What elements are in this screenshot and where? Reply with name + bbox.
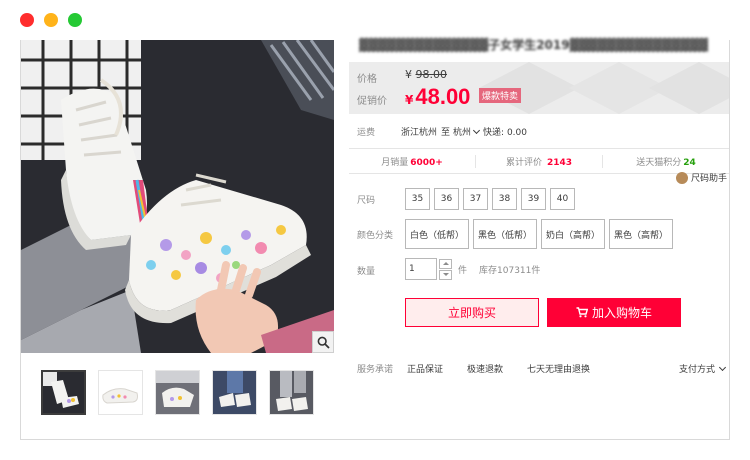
product-page: ▓▓▓▓▓▓▓▓▓▓▓▓▓▓子女学生2019▓▓▓▓▓▓▓▓▓▓▓▓▓▓▓ 价格… bbox=[20, 38, 730, 440]
thumbnail-1-image bbox=[43, 372, 84, 413]
thumbnail-3[interactable] bbox=[155, 370, 200, 415]
zoom-button[interactable] bbox=[312, 331, 334, 353]
chevron-down-icon[interactable] bbox=[473, 126, 481, 135]
tmall-points-value: 24 bbox=[683, 157, 696, 168]
color-label: 颜色分类 bbox=[357, 231, 394, 241]
price-label: 价格 bbox=[357, 74, 377, 85]
shipping-to-word: 至 bbox=[441, 128, 451, 138]
stock-count: 库存107311件 bbox=[479, 265, 541, 276]
monthly-sales: 月销量 6000+ bbox=[349, 155, 475, 168]
thumbnail-5[interactable] bbox=[269, 370, 314, 415]
arrow-up-icon bbox=[442, 262, 449, 265]
minimize-window-dot[interactable] bbox=[44, 13, 58, 27]
monthly-sales-value: 6000+ bbox=[410, 157, 443, 168]
quantity-input[interactable] bbox=[405, 258, 437, 280]
size-options: 35 36 37 38 39 40 bbox=[405, 188, 575, 210]
promise-item[interactable]: 七天无理由退换 bbox=[527, 362, 590, 375]
tmall-points-label: 送天猫积分 bbox=[636, 157, 682, 168]
shipping-destination[interactable]: 杭州 bbox=[453, 125, 471, 138]
decrease-button[interactable] bbox=[439, 269, 452, 280]
buy-now-label: 立即购买 bbox=[447, 306, 496, 320]
thumbnail-4-image bbox=[213, 371, 256, 414]
monthly-sales-label: 月销量 bbox=[381, 157, 409, 168]
promo-price-label: 促销价 bbox=[357, 96, 387, 107]
promo-badge: 爆款特卖 bbox=[479, 88, 522, 103]
shipping-from: 浙江杭州 bbox=[401, 128, 438, 138]
color-options: 白色（低帮） 黑色（低帮） 奶白（高帮） 黑色（高帮） bbox=[405, 219, 674, 249]
promo-price: ¥ 48.00 bbox=[405, 84, 470, 110]
size-option[interactable]: 38 bbox=[492, 188, 517, 210]
tmall-points: 送天猫积分 24 bbox=[602, 154, 729, 168]
promo-currency: ¥ bbox=[405, 93, 414, 107]
color-option[interactable]: 黑色（高帮） bbox=[609, 219, 674, 249]
size-helper-label: 尺码助手 bbox=[690, 174, 727, 184]
color-option[interactable]: 奶白（高帮） bbox=[541, 219, 606, 249]
add-to-cart-button[interactable]: 加入购物车 bbox=[547, 298, 681, 327]
magnifier-icon bbox=[317, 336, 330, 349]
chevron-down-icon bbox=[718, 363, 727, 371]
arrow-down-icon bbox=[442, 273, 449, 276]
size-label: 尺码 bbox=[357, 196, 376, 206]
main-product-image bbox=[21, 40, 334, 353]
thumbnail-5-image bbox=[270, 371, 313, 414]
close-window-dot[interactable] bbox=[20, 13, 34, 27]
service-promise-label: 服务承诺 bbox=[357, 365, 394, 375]
size-helper-button[interactable]: 尺码助手 bbox=[675, 171, 727, 184]
thumbnail-4[interactable] bbox=[212, 370, 257, 415]
color-option[interactable]: 黑色（低帮） bbox=[473, 219, 538, 249]
product-info: ▓▓▓▓▓▓▓▓▓▓▓▓▓▓子女学生2019▓▓▓▓▓▓▓▓▓▓▓▓▓▓▓ 价格… bbox=[349, 38, 729, 440]
quantity-stepper: 件 库存107311件 bbox=[405, 258, 540, 280]
total-reviews-value: 2143 bbox=[546, 157, 573, 168]
size-option[interactable]: 35 bbox=[405, 188, 430, 210]
quantity-label: 数量 bbox=[357, 267, 376, 277]
total-reviews[interactable]: 累计评价 2143 bbox=[475, 154, 602, 168]
size-option[interactable]: 37 bbox=[463, 188, 488, 210]
size-option[interactable]: 36 bbox=[434, 188, 459, 210]
increase-button[interactable] bbox=[439, 258, 452, 269]
color-option[interactable]: 白色（低帮） bbox=[405, 219, 470, 249]
payment-methods-dropdown[interactable]: 支付方式 bbox=[679, 362, 729, 375]
maximize-window-dot[interactable] bbox=[68, 13, 82, 27]
payment-methods-label: 支付方式 bbox=[678, 365, 715, 375]
shoe-photo bbox=[21, 40, 334, 353]
shipping-fee: 快递: 0.00 bbox=[483, 128, 527, 138]
thumbnail-strip bbox=[41, 370, 314, 415]
service-promise-row: 服务承诺 正品保证 极速退款 七天无理由退换 支付方式 bbox=[357, 362, 729, 375]
product-title: ▓▓▓▓▓▓▓▓▓▓▓▓▓▓子女学生2019▓▓▓▓▓▓▓▓▓▓▓▓▓▓▓ bbox=[359, 38, 709, 52]
add-to-cart-label: 加入购物车 bbox=[591, 306, 652, 320]
total-reviews-label: 累计评价 bbox=[505, 157, 542, 168]
thumbnail-3-image bbox=[156, 371, 199, 414]
thumbnail-2[interactable] bbox=[98, 370, 143, 415]
shipping-row: 运费 浙江杭州 至 杭州 快递: 0.00 bbox=[357, 125, 527, 138]
cart-icon bbox=[576, 307, 588, 318]
promo-price-value: 48.00 bbox=[415, 84, 471, 109]
thumbnail-2-image bbox=[99, 371, 142, 414]
shipping-label: 运费 bbox=[357, 128, 376, 138]
promise-item[interactable]: 极速退款 bbox=[467, 362, 503, 375]
promise-item[interactable]: 正品保证 bbox=[407, 362, 443, 375]
original-price-value: 98.00 bbox=[415, 68, 448, 81]
ruler-badge-icon bbox=[675, 171, 688, 184]
price-box: 价格 ¥ 98.00 促销价 ¥ 48.00 bbox=[349, 62, 729, 114]
buy-now-button[interactable]: 立即购买 bbox=[405, 298, 539, 327]
thumbnail-1[interactable] bbox=[41, 370, 86, 415]
original-price: ¥ 98.00 bbox=[405, 68, 447, 81]
size-option[interactable]: 39 bbox=[521, 188, 546, 210]
original-currency: ¥ bbox=[405, 68, 412, 81]
size-option[interactable]: 40 bbox=[550, 188, 575, 210]
window-controls bbox=[20, 13, 82, 27]
stats-bar: 月销量 6000+ 累计评价 2143 送天猫积分 24 bbox=[349, 148, 729, 174]
quantity-unit: 件 bbox=[458, 265, 468, 276]
quantity-step-buttons bbox=[439, 258, 452, 280]
